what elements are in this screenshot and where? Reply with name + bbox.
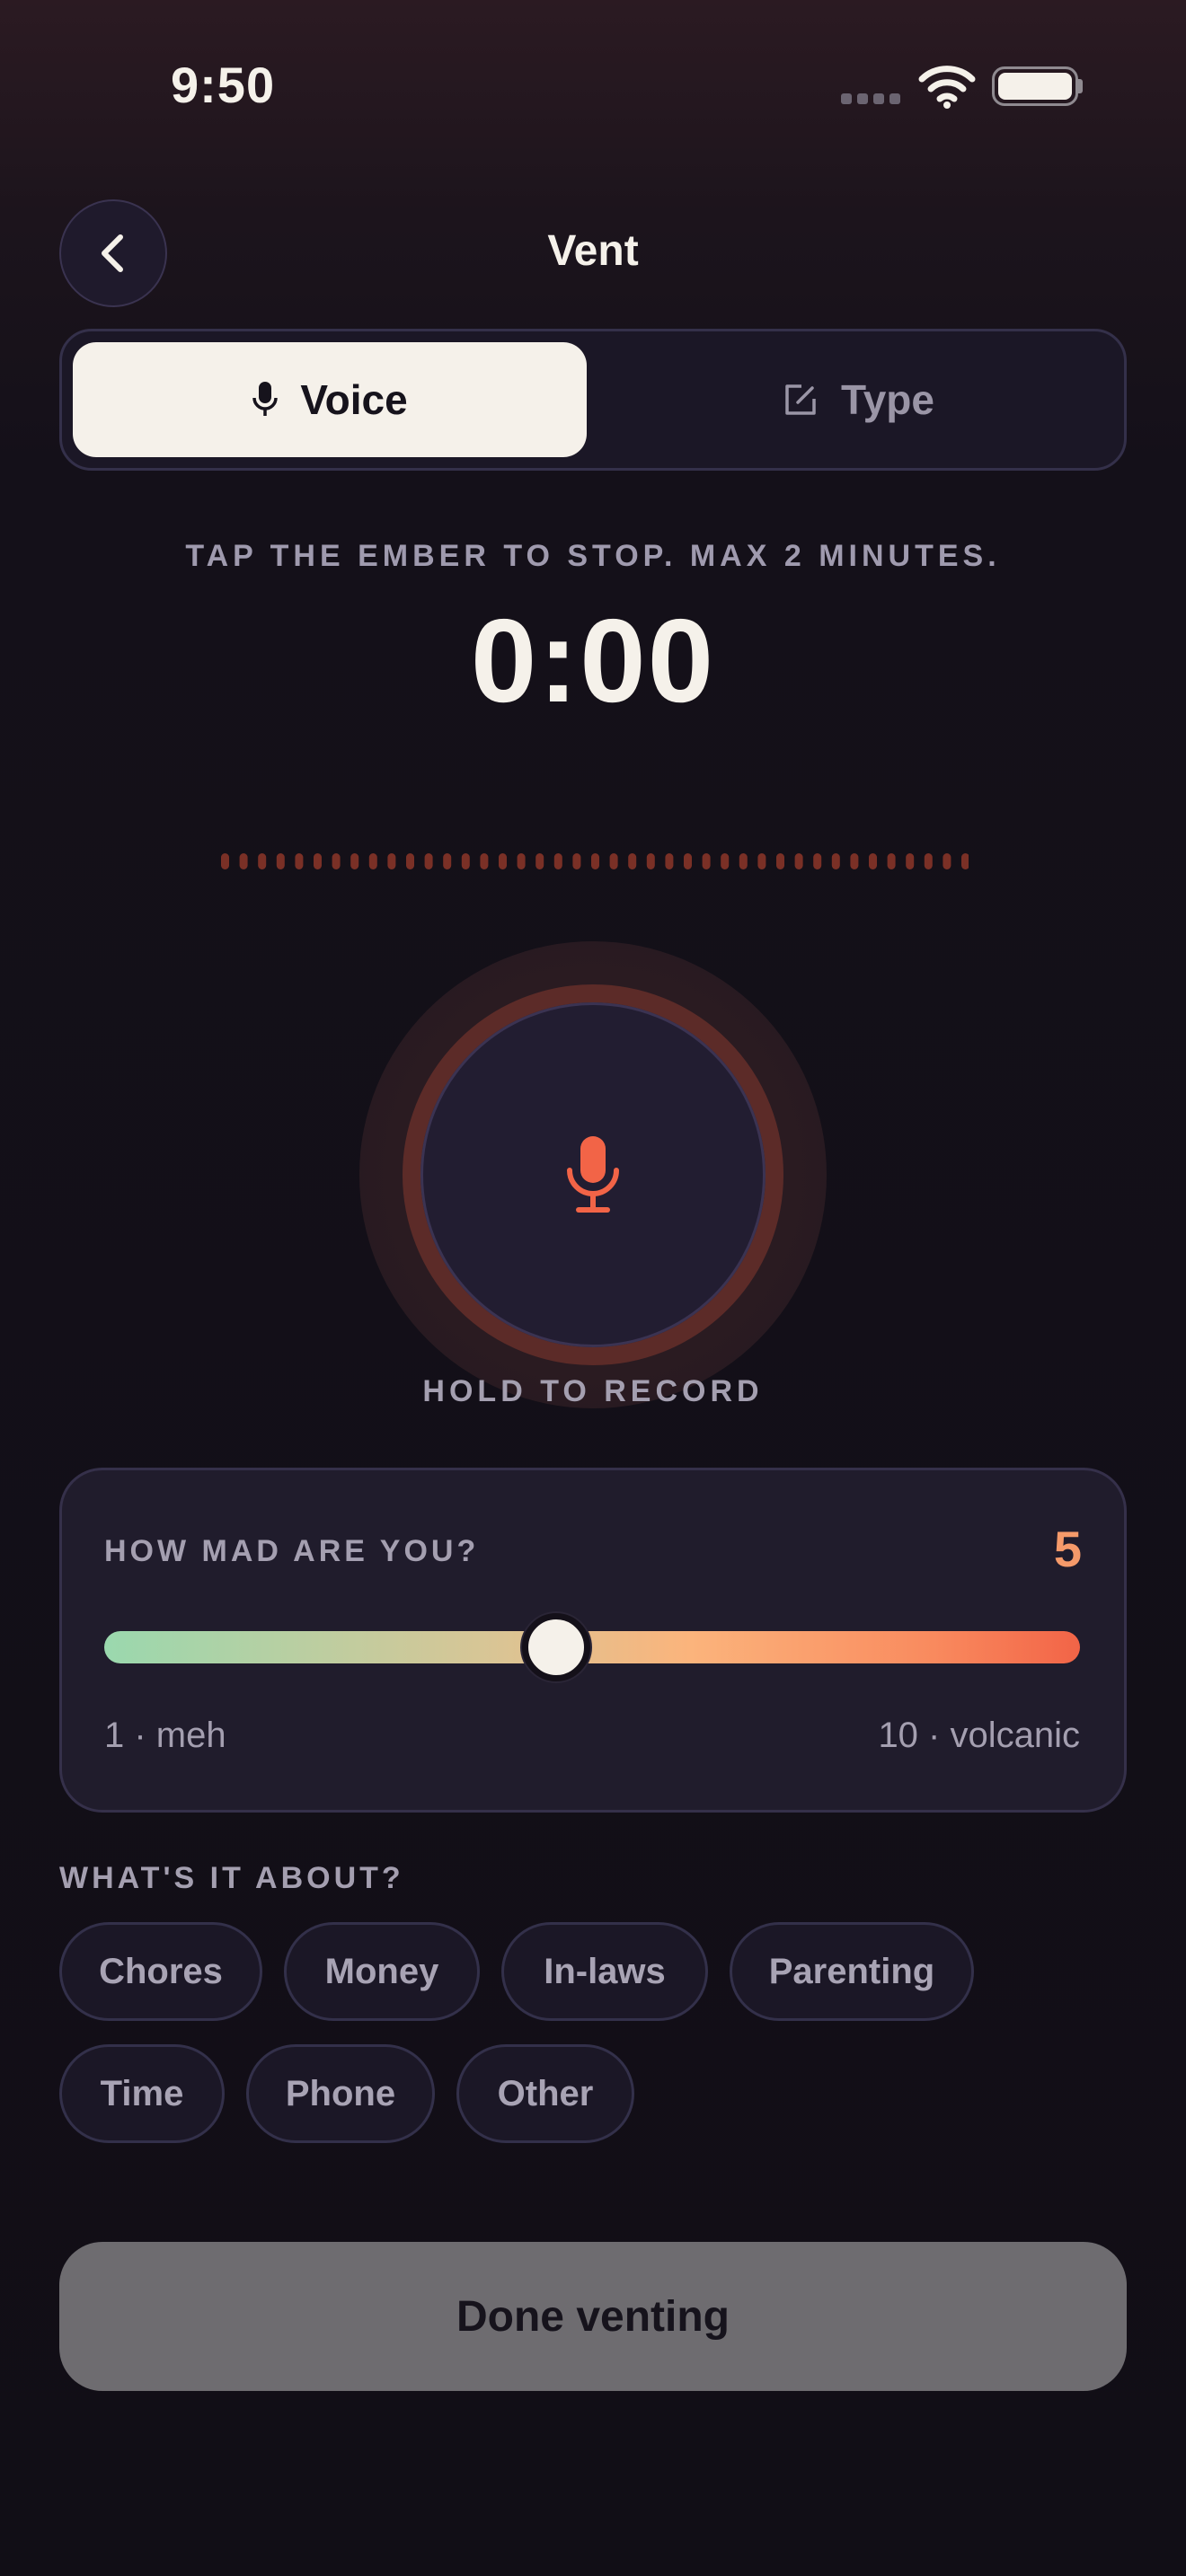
waveform-dot — [924, 853, 933, 869]
waveform-dot — [332, 853, 341, 869]
waveform-dot — [646, 853, 655, 869]
waveform-dot — [424, 853, 433, 869]
tab-type[interactable]: Type — [601, 342, 1115, 457]
mad-meter-value: 5 — [1053, 1521, 1082, 1577]
tab-type-label: Type — [841, 376, 934, 423]
mic-icon — [567, 1136, 619, 1213]
waveform-dot — [276, 853, 285, 869]
page-title: Vent — [547, 227, 639, 275]
mad-range-min-label: 1 · meh — [104, 1716, 226, 1755]
waveform-dot — [535, 853, 544, 869]
waveform-dots — [221, 853, 969, 869]
waveform-dot — [887, 853, 896, 869]
waveform-dot — [794, 853, 803, 869]
waveform-dot — [368, 853, 377, 869]
waveform-dot — [739, 853, 748, 869]
chip-time[interactable]: Time — [59, 2044, 225, 2143]
mad-range-max-label: 10 · volcanic — [878, 1716, 1080, 1755]
waveform-dot — [499, 853, 507, 869]
waveform-dot — [443, 853, 452, 869]
waveform-dot — [906, 853, 915, 869]
waveform-dot — [350, 853, 359, 869]
waveform-dot — [406, 853, 414, 869]
waveform-dot — [295, 853, 304, 869]
waveform-dot — [609, 853, 618, 869]
waveform-dot — [461, 853, 470, 869]
waveform-dot — [757, 853, 766, 869]
cellular-signal-icon — [841, 93, 902, 106]
mic-icon — [252, 382, 279, 416]
hold-to-record-label: HOLD TO RECORD — [422, 1374, 764, 1408]
waveform-dot — [572, 853, 581, 869]
battery-cap — [1078, 79, 1083, 93]
edit-icon — [785, 384, 816, 415]
chip-money[interactable]: Money — [284, 1922, 480, 2021]
waveform-dot — [387, 853, 396, 869]
battery-icon — [992, 66, 1078, 106]
waveform-dot — [239, 853, 248, 869]
done-venting-button[interactable]: Done venting — [59, 2242, 1127, 2391]
waveform-dot — [961, 853, 969, 869]
waveform-dot — [721, 853, 730, 869]
wifi-icon — [918, 66, 976, 109]
chip-other[interactable]: Other — [456, 2044, 634, 2143]
waveform-dot — [831, 853, 840, 869]
chip-parenting[interactable]: Parenting — [730, 1922, 974, 2021]
mad-slider-thumb[interactable] — [521, 1613, 590, 1681]
waveform-dot — [665, 853, 674, 869]
tab-voice[interactable]: Voice — [73, 342, 587, 457]
recording-timer: 0:00 — [470, 595, 716, 727]
waveform-dot — [480, 853, 489, 869]
chip-in-laws[interactable]: In-laws — [501, 1922, 708, 2021]
waveform-dot — [813, 853, 822, 869]
topics-label: WHAT'S IT ABOUT? — [59, 1861, 404, 1895]
chip-chores[interactable]: Chores — [59, 1922, 262, 2021]
waveform-dot — [869, 853, 877, 869]
waveform-dot — [684, 853, 692, 869]
recording-hint: TAP THE EMBER TO STOP. MAX 2 MINUTES. — [185, 539, 1001, 573]
waveform-dot — [943, 853, 951, 869]
tab-voice-label: Voice — [300, 376, 408, 423]
mode-segmented-control: Voice Type — [59, 329, 1127, 471]
waveform-dot — [850, 853, 859, 869]
waveform-dot — [314, 853, 322, 869]
waveform-dot — [628, 853, 637, 869]
record-button[interactable] — [420, 1002, 766, 1347]
waveform-dot — [776, 853, 784, 869]
chip-phone[interactable]: Phone — [246, 2044, 435, 2143]
waveform-dot — [258, 853, 267, 869]
mad-slider-track[interactable] — [104, 1631, 1080, 1663]
waveform-dot — [553, 853, 562, 869]
mad-meter-label: HOW MAD ARE YOU? — [104, 1534, 480, 1568]
waveform-dot — [517, 853, 526, 869]
waveform-dot — [702, 853, 711, 869]
waveform-dot — [591, 853, 599, 869]
status-time: 9:50 — [171, 57, 276, 113]
waveform-dot — [221, 853, 229, 869]
